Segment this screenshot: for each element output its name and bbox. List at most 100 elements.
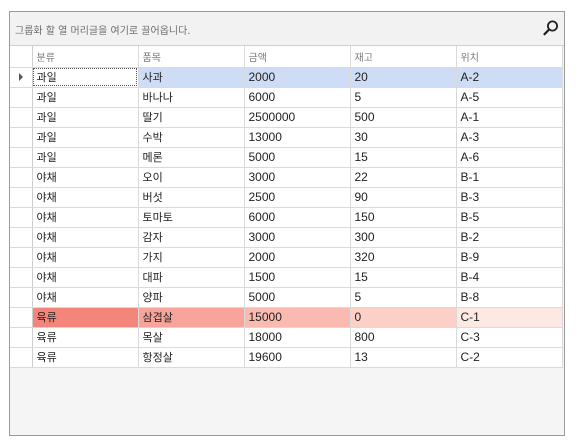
item-cell[interactable]: 양파 (138, 287, 245, 308)
item-cell[interactable]: 버섯 (138, 187, 245, 208)
category-cell[interactable]: 과일 (32, 87, 139, 108)
column-header-category[interactable]: 분류 (32, 46, 139, 68)
stock-cell[interactable]: 320 (350, 247, 457, 268)
row-indicator-cell[interactable] (10, 67, 33, 88)
row-indicator-cell[interactable] (10, 247, 33, 268)
item-cell[interactable]: 감자 (138, 227, 245, 248)
price-cell[interactable]: 5000 (244, 147, 351, 168)
category-cell[interactable]: 과일 (32, 147, 139, 168)
stock-cell[interactable]: 150 (350, 207, 457, 228)
table-row[interactable]: 육류 삼겹살 15000 0 C-1 (10, 307, 563, 328)
price-cell[interactable]: 6000 (244, 207, 351, 228)
table-row[interactable]: 야채 양파 5000 5 B-8 (10, 287, 563, 308)
search-icon[interactable] (542, 19, 560, 37)
price-cell[interactable]: 2500 (244, 187, 351, 208)
table-row[interactable]: 과일 딸기 2500000 500 A-1 (10, 107, 563, 128)
row-indicator-cell[interactable] (10, 327, 33, 348)
row-indicator-cell[interactable] (10, 207, 33, 228)
row-indicator-cell[interactable] (10, 287, 33, 308)
location-cell[interactable]: C-1 (456, 307, 563, 328)
category-cell[interactable]: 야채 (32, 287, 139, 308)
price-cell[interactable]: 15000 (244, 307, 351, 328)
item-cell[interactable]: 가지 (138, 247, 245, 268)
price-cell[interactable]: 13000 (244, 127, 351, 148)
group-panel[interactable]: 그룹화 할 열 머리글을 여기로 끌어옵니다. (10, 12, 564, 46)
category-cell[interactable]: 과일 (32, 127, 139, 148)
category-cell[interactable]: 야채 (32, 187, 139, 208)
row-indicator-cell[interactable] (10, 147, 33, 168)
price-cell[interactable]: 5000 (244, 287, 351, 308)
location-cell[interactable]: B-4 (456, 267, 563, 288)
price-cell[interactable]: 3000 (244, 167, 351, 188)
price-cell[interactable]: 2000 (244, 247, 351, 268)
row-indicator-cell[interactable] (10, 87, 33, 108)
location-cell[interactable]: B-9 (456, 247, 563, 268)
location-cell[interactable]: A-5 (456, 87, 563, 108)
column-header-location[interactable]: 위치 (456, 46, 563, 68)
price-cell[interactable]: 2500000 (244, 107, 351, 128)
location-cell[interactable]: B-3 (456, 187, 563, 208)
price-cell[interactable]: 18000 (244, 327, 351, 348)
stock-cell[interactable]: 5 (350, 87, 457, 108)
row-indicator-cell[interactable] (10, 167, 33, 188)
table-row[interactable]: 야채 감자 3000 300 B-2 (10, 227, 563, 248)
location-cell[interactable]: B-8 (456, 287, 563, 308)
stock-cell[interactable]: 20 (350, 67, 457, 88)
row-indicator-cell[interactable] (10, 127, 33, 148)
row-indicator-cell[interactable] (10, 347, 33, 368)
category-cell[interactable]: 야채 (32, 207, 139, 228)
category-cell[interactable]: 육류 (32, 347, 139, 368)
location-cell[interactable]: B-2 (456, 227, 563, 248)
table-row[interactable]: 야채 토마토 6000 150 B-5 (10, 207, 563, 228)
location-cell[interactable]: A-2 (456, 67, 563, 88)
item-cell[interactable]: 토마토 (138, 207, 245, 228)
item-cell[interactable]: 딸기 (138, 107, 245, 128)
item-cell[interactable]: 항정살 (138, 347, 245, 368)
category-cell[interactable]: 야채 (32, 267, 139, 288)
location-cell[interactable]: C-2 (456, 347, 563, 368)
table-row[interactable]: 야채 버섯 2500 90 B-3 (10, 187, 563, 208)
stock-cell[interactable]: 90 (350, 187, 457, 208)
stock-cell[interactable]: 13 (350, 347, 457, 368)
stock-cell[interactable]: 500 (350, 107, 457, 128)
stock-cell[interactable]: 800 (350, 327, 457, 348)
stock-cell[interactable]: 300 (350, 227, 457, 248)
row-indicator-cell[interactable] (10, 227, 33, 248)
category-cell[interactable]: 야채 (32, 247, 139, 268)
category-cell[interactable]: 육류 (32, 327, 139, 348)
location-cell[interactable]: A-1 (456, 107, 563, 128)
column-header-stock[interactable]: 재고 (350, 46, 457, 68)
price-cell[interactable]: 1500 (244, 267, 351, 288)
category-cell[interactable]: 야채 (32, 167, 139, 188)
location-cell[interactable]: C-3 (456, 327, 563, 348)
item-cell[interactable]: 사과 (138, 67, 245, 88)
stock-cell[interactable]: 30 (350, 127, 457, 148)
table-row[interactable]: 야채 가지 2000 320 B-9 (10, 247, 563, 268)
item-cell[interactable]: 삼겹살 (138, 307, 245, 328)
location-cell[interactable]: B-5 (456, 207, 563, 228)
row-indicator-cell[interactable] (10, 267, 33, 288)
item-cell[interactable]: 메론 (138, 147, 245, 168)
table-row[interactable]: 과일 사과 2000 20 A-2 (10, 67, 563, 88)
column-header-price[interactable]: 금액 (244, 46, 351, 68)
item-cell[interactable]: 바나나 (138, 87, 245, 108)
price-cell[interactable]: 2000 (244, 67, 351, 88)
column-header-item[interactable]: 품목 (138, 46, 245, 68)
table-row[interactable]: 육류 항정살 19600 13 C-2 (10, 347, 563, 368)
stock-cell[interactable]: 0 (350, 307, 457, 328)
grid-control[interactable]: 그룹화 할 열 머리글을 여기로 끌어옵니다. 분류 품목 금액 재고 위치 과… (9, 11, 565, 436)
price-cell[interactable]: 6000 (244, 87, 351, 108)
stock-cell[interactable]: 22 (350, 167, 457, 188)
table-row[interactable]: 과일 수박 13000 30 A-3 (10, 127, 563, 148)
stock-cell[interactable]: 15 (350, 147, 457, 168)
category-cell[interactable]: 육류 (32, 307, 139, 328)
row-indicator-cell[interactable] (10, 107, 33, 128)
table-row[interactable]: 과일 메론 5000 15 A-6 (10, 147, 563, 168)
table-row[interactable]: 야채 오이 3000 22 B-1 (10, 167, 563, 188)
item-cell[interactable]: 수박 (138, 127, 245, 148)
table-row[interactable]: 육류 목살 18000 800 C-3 (10, 327, 563, 348)
row-indicator-cell[interactable] (10, 187, 33, 208)
location-cell[interactable]: A-6 (456, 147, 563, 168)
price-cell[interactable]: 3000 (244, 227, 351, 248)
category-cell[interactable]: 과일 (32, 107, 139, 128)
